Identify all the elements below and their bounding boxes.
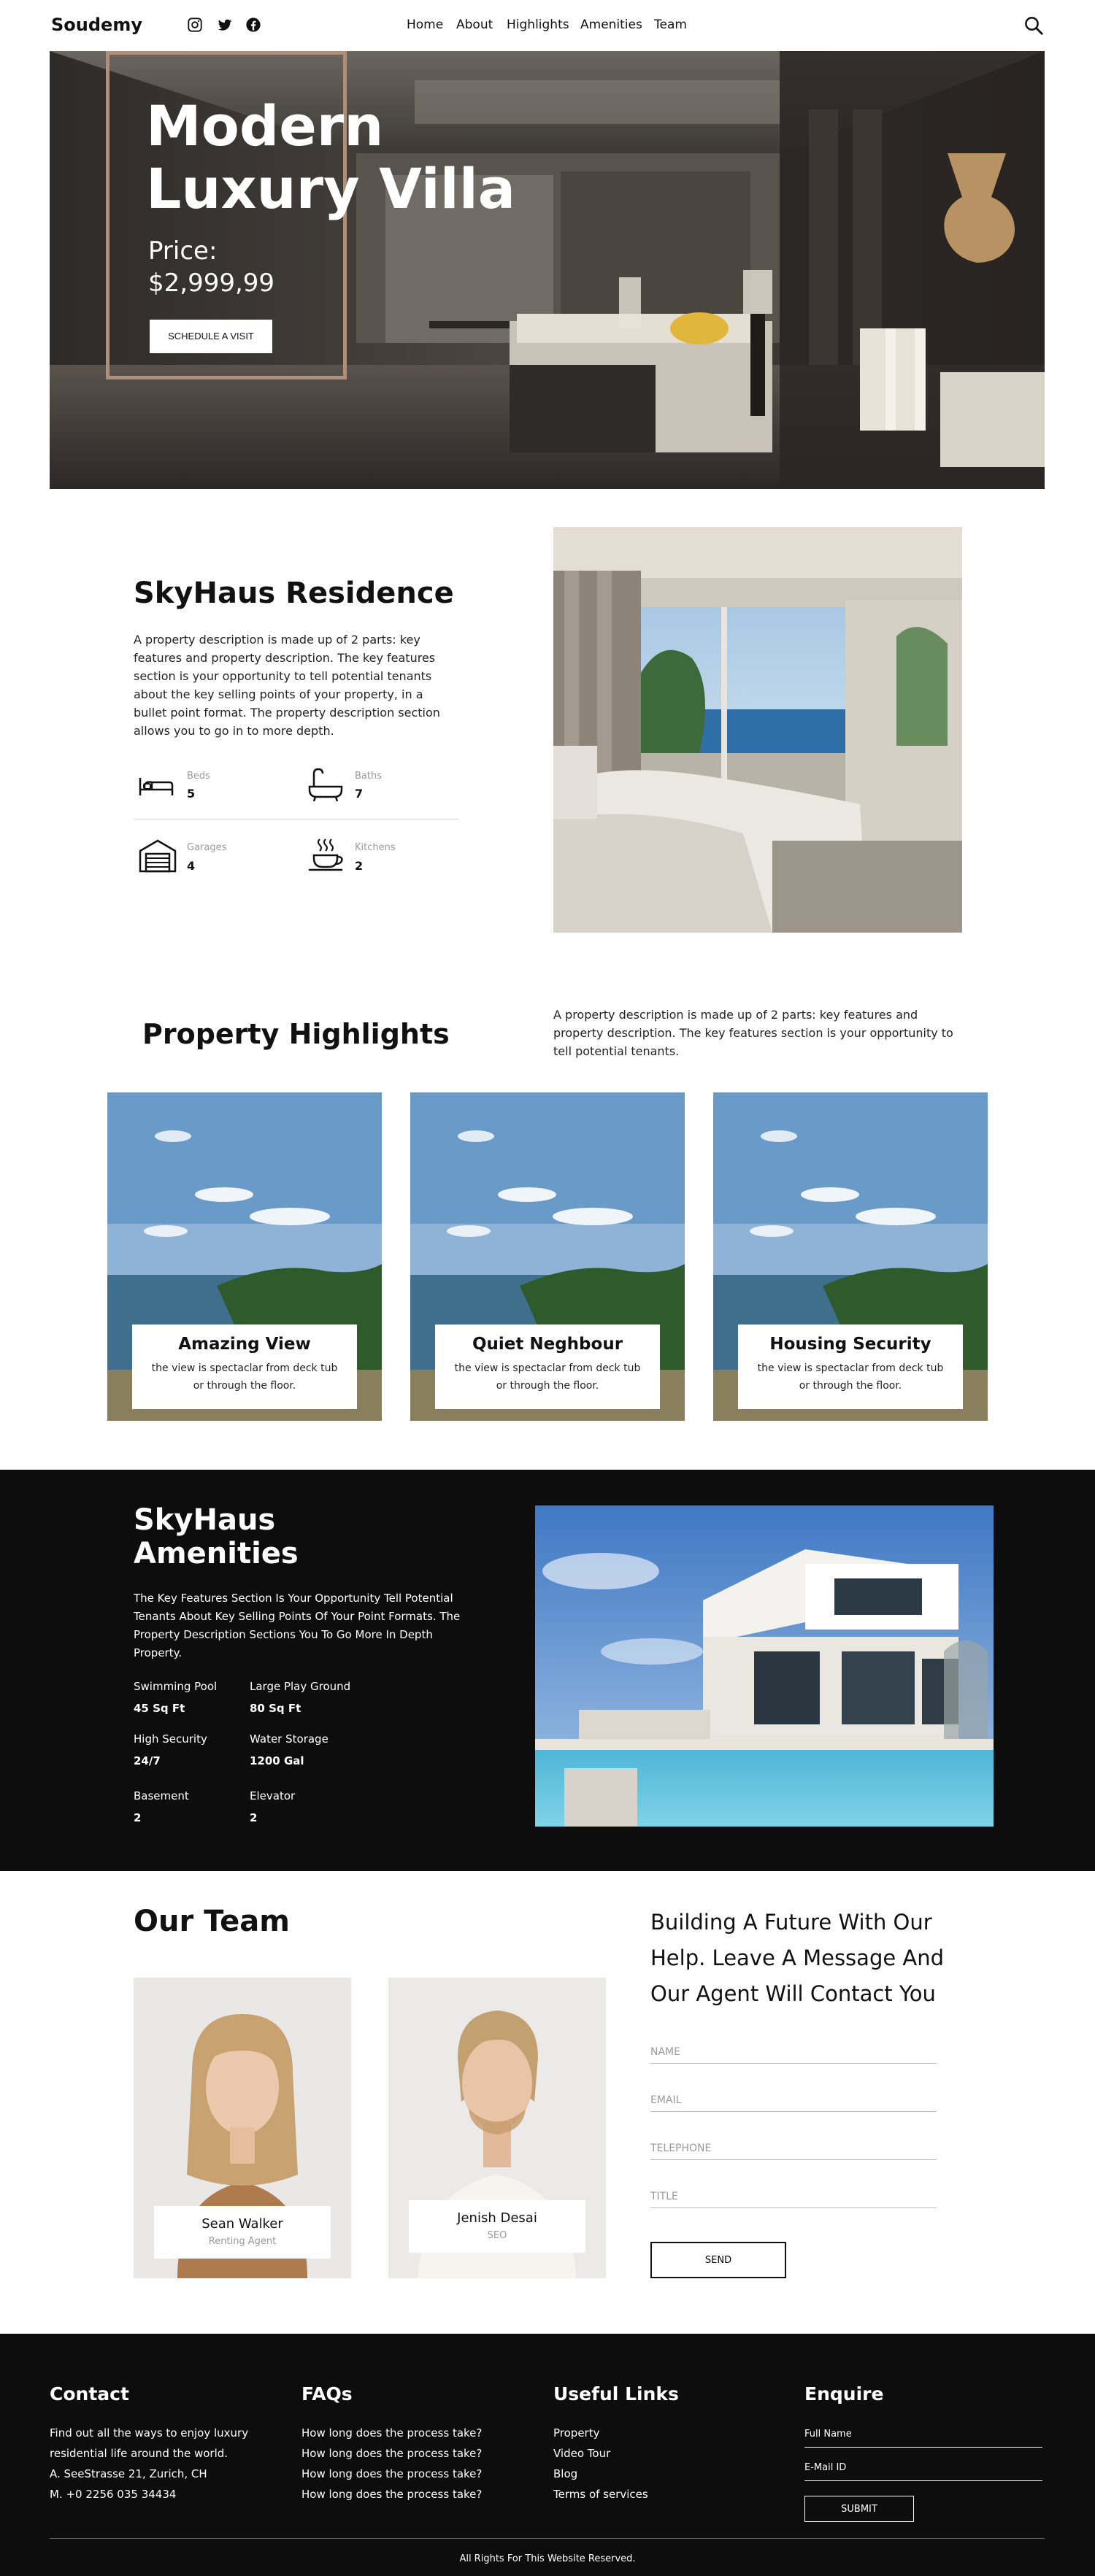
enquire-email-field[interactable]: [804, 2455, 1042, 2481]
hero-price-label: Price:: [148, 236, 218, 266]
nav-home[interactable]: Home: [407, 18, 443, 32]
contact-form-title: Building A Future With Our Help. Leave A…: [650, 1910, 945, 2006]
nav-amenities[interactable]: Amenities: [580, 18, 642, 32]
highlight-title: Amazing View: [178, 1335, 311, 1354]
amenity-label: High Security: [134, 1732, 207, 1746]
copyright-text: All Rights For This Website Reserved.: [459, 2553, 636, 2564]
team-member-card[interactable]: Sean Walker Renting Agent: [134, 1978, 351, 2278]
email-field[interactable]: [650, 2083, 937, 2112]
residence-bedroom-image: [553, 527, 962, 933]
bathtub-icon: [308, 768, 343, 802]
amenity-value: 80 Sq Ft: [250, 1702, 301, 1715]
hero-price: $2,999,99: [148, 269, 275, 298]
team-member-caption: Jenish Desai SEO: [409, 2200, 585, 2253]
team-member-role: Renting Agent: [208, 2236, 277, 2247]
footer-link-video-tour[interactable]: Video Tour: [553, 2447, 610, 2460]
amenity-value: 2: [134, 1811, 142, 1824]
faq-link[interactable]: How long does the process take?: [301, 2467, 482, 2480]
team-member-name: Sean Walker: [201, 2216, 283, 2232]
highlight-card[interactable]: Housing Security the view is spectaclar …: [713, 1092, 988, 1421]
footer-enquire-title: Enquire: [804, 2383, 884, 2405]
garage-icon: [139, 839, 177, 873]
footer-link-property[interactable]: Property: [553, 2426, 599, 2440]
facebook-icon[interactable]: [245, 17, 261, 33]
footer-phone: M. +0 2256 035 34434: [50, 2488, 177, 2501]
schedule-visit-button[interactable]: SCHEDULE A VISIT: [150, 320, 272, 353]
coffee-cup-icon: [308, 838, 343, 871]
footer-contact-line: residential life around the world.: [50, 2447, 228, 2460]
amenity-label: Large Play Ground: [250, 1680, 351, 1693]
enquire-submit-button[interactable]: SUBMIT: [804, 2496, 914, 2522]
footer-link-terms[interactable]: Terms of services: [553, 2488, 648, 2501]
amenity-value: 45 Sq Ft: [134, 1702, 185, 1715]
title-field[interactable]: [650, 2179, 937, 2208]
residence-description: A property description is made up of 2 p…: [134, 633, 440, 738]
highlight-desc: the view is spectaclar from deck tub or …: [454, 1362, 641, 1392]
highlight-desc: the view is spectaclar from deck tub or …: [151, 1362, 338, 1392]
highlight-desc: the view is spectaclar from deck tub or …: [757, 1362, 944, 1392]
footer-link-blog[interactable]: Blog: [553, 2467, 577, 2480]
amenities-title: SkyHaus Amenities: [134, 1503, 299, 1570]
highlight-caption: Quiet Neghbour the view is spectaclar fr…: [435, 1324, 660, 1409]
nav-highlights[interactable]: Highlights: [507, 18, 569, 32]
garages-value: 4: [187, 859, 196, 873]
faq-link[interactable]: How long does the process take?: [301, 2426, 482, 2440]
instagram-icon[interactable]: [187, 17, 203, 33]
kitchens-value: 2: [355, 859, 364, 873]
faq-link[interactable]: How long does the process take?: [301, 2447, 482, 2460]
send-button[interactable]: SEND: [650, 2242, 786, 2278]
team-member-role: SEO: [487, 2230, 507, 2241]
baths-label: Baths: [355, 771, 382, 782]
footer-links-title: Useful Links: [553, 2383, 679, 2405]
villa-pool-image: [535, 1505, 994, 1827]
footer-faqs-title: FAQs: [301, 2383, 353, 2405]
enquire-full-name-field[interactable]: [804, 2421, 1042, 2448]
beds-value: 5: [187, 787, 196, 801]
nav-about[interactable]: About: [456, 18, 493, 32]
amenity-label: Basement: [134, 1789, 189, 1802]
search-icon[interactable]: [1023, 15, 1045, 36]
team-member-name: Jenish Desai: [457, 2210, 537, 2226]
team-title: Our Team: [134, 1905, 290, 1938]
garages-label: Garages: [187, 842, 227, 853]
kitchens-label: Kitchens: [355, 842, 396, 853]
footer-contact-title: Contact: [50, 2383, 129, 2405]
team-member-card[interactable]: Jenish Desai SEO: [388, 1978, 606, 2278]
highlights-title: Property Highlights: [142, 1018, 450, 1050]
footer-contact-line: Find out all the ways to enjoy luxury: [50, 2426, 249, 2440]
amenity-value: 24/7: [134, 1754, 161, 1767]
amenity-label: Swimming Pool: [134, 1680, 218, 1693]
highlight-title: Housing Security: [769, 1335, 931, 1354]
hero-title: Modern Luxury Villa: [146, 93, 516, 221]
name-field[interactable]: [650, 2035, 937, 2064]
amenity-label: Elevator: [250, 1789, 296, 1802]
highlight-caption: Housing Security the view is spectaclar …: [738, 1324, 963, 1409]
amenity-value: 1200 Gal: [250, 1754, 304, 1767]
highlight-title: Quiet Neghbour: [472, 1335, 623, 1354]
twitter-icon[interactable]: [217, 17, 233, 33]
highlight-card[interactable]: Quiet Neghbour the view is spectaclar fr…: [410, 1092, 685, 1421]
highlights-description: A property description is made up of 2 p…: [553, 1008, 953, 1058]
bed-icon: [139, 778, 174, 795]
beds-label: Beds: [187, 771, 210, 782]
nav-team[interactable]: Team: [654, 18, 687, 32]
highlight-caption: Amazing View the view is spectaclar from…: [132, 1324, 357, 1409]
footer-divider: [50, 2538, 1045, 2539]
faq-link[interactable]: How long does the process take?: [301, 2488, 482, 2501]
site-logo[interactable]: Soudemy: [51, 15, 142, 35]
features-divider: [134, 819, 459, 820]
residence-title: SkyHaus Residence: [134, 576, 454, 610]
telephone-field[interactable]: [650, 2131, 937, 2160]
amenity-label: Water Storage: [250, 1732, 328, 1746]
amenities-description: The Key Features Section Is Your Opportu…: [134, 1592, 461, 1659]
footer-address: A. SeeStrasse 21, Zurich, CH: [50, 2467, 207, 2480]
team-member-caption: Sean Walker Renting Agent: [154, 2206, 331, 2259]
baths-value: 7: [355, 787, 364, 801]
highlight-card[interactable]: Amazing View the view is spectaclar from…: [107, 1092, 382, 1421]
amenity-value: 2: [250, 1811, 258, 1824]
